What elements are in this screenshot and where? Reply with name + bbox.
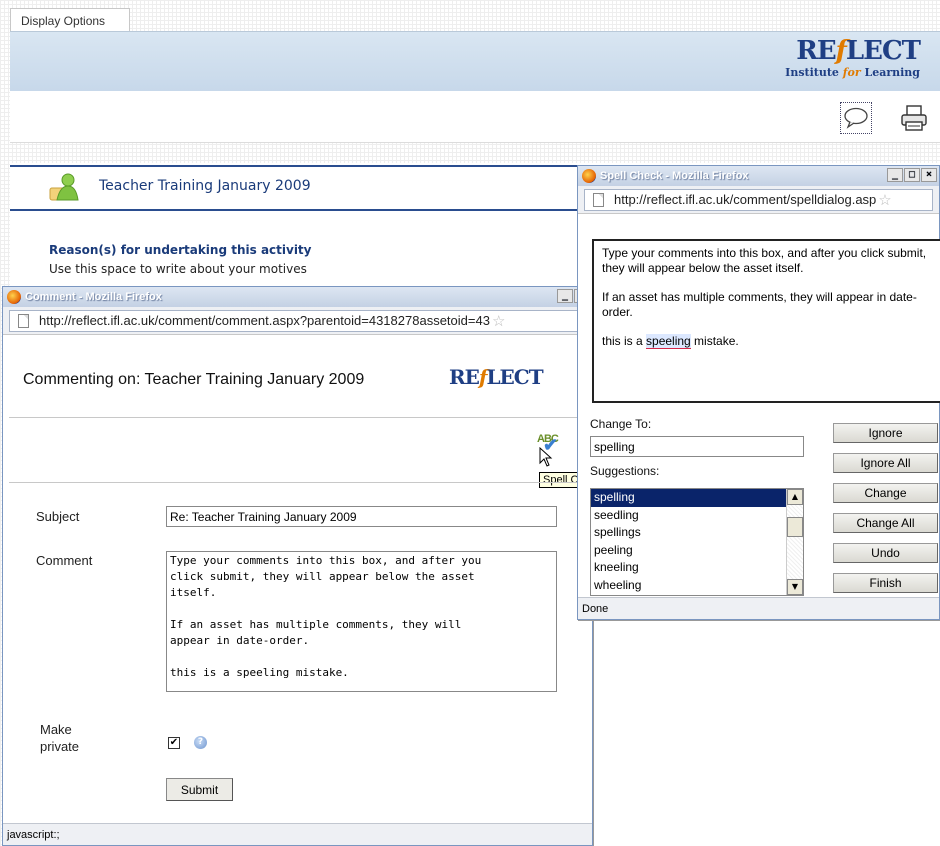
comment-url-bar: http://reflect.ifl.ac.uk/comment/comment… [3,307,592,335]
reflect-logo[interactable]: REfLECT Institute for Learning [785,36,921,79]
suggestion-item[interactable]: spelling [591,489,787,507]
spell-url-bar: http://reflect.ifl.ac.uk/comment/spelldi… [578,186,939,214]
spell-window-titlebar[interactable]: Spell Check - Mozilla Firefox _ □ × [578,166,939,186]
ignore-all-button[interactable]: Ignore All [833,453,938,473]
reason-heading: Reason(s) for undertaking this activity [49,243,312,257]
comment-window-title: Comment - Mozilla Firefox [25,291,162,303]
page-toolbar [10,91,940,143]
close-button[interactable]: × [921,168,937,182]
submit-button[interactable]: Submit [166,778,233,801]
help-icon[interactable]: ? [194,736,207,749]
bookmark-star-icon[interactable]: ☆ [492,312,505,330]
suggestions-label: Suggestions: [590,464,660,478]
tab-display-options[interactable]: Display Options [10,8,130,32]
comment-window: Comment - Mozilla Firefox _ □ http://ref… [2,286,606,846]
change-all-button[interactable]: Change All [833,513,938,533]
preview-paragraph: this is a speeling mistake. [602,334,739,349]
printer-icon [901,105,927,131]
spell-status-bar: Done [578,597,939,619]
spell-check-window: Spell Check - Mozilla Firefox _ □ × http… [577,165,940,620]
minimize-button[interactable]: _ [887,168,903,182]
suggestion-item[interactable]: wheeling [591,577,787,595]
firefox-icon [7,290,21,304]
maximize-button[interactable]: □ [904,168,920,182]
speech-bubble-icon [844,107,868,129]
comment-textarea[interactable]: Type your comments into this box, and af… [166,551,557,692]
comment-url-field[interactable]: http://reflect.ifl.ac.uk/comment/comment… [9,309,586,332]
spell-window-title: Spell Check - Mozilla Firefox [600,170,749,182]
preview-paragraph: Type your comments into this box, and af… [602,246,927,275]
change-to-label: Change To: [590,417,652,431]
bookmark-star-icon[interactable]: ☆ [878,191,891,209]
ignore-button[interactable]: Ignore [833,423,938,443]
suggestion-item[interactable]: seedling [591,507,787,525]
person-icon [48,172,82,208]
minimize-button[interactable]: _ [557,289,573,303]
firefox-icon [582,169,596,183]
spell-check-icon[interactable]: ABC ✔ [537,433,559,455]
spell-url-field[interactable]: http://reflect.ifl.ac.uk/comment/spelldi… [584,188,933,211]
reason-description: Use this space to write about your motiv… [49,262,307,276]
spell-url-text: http://reflect.ifl.ac.uk/comment/spelldi… [614,192,877,207]
comment-label: Comment [36,553,93,568]
comment-status-text: javascript:; [7,829,60,841]
comment-status-bar: javascript:; [3,823,592,845]
print-button[interactable] [898,102,930,134]
scroll-down-arrow-icon[interactable]: ▼ [787,579,803,595]
mouse-cursor-icon [539,446,553,471]
preview-paragraph: If an asset has multiple comments, they … [602,290,917,319]
spell-status-text: Done [582,603,609,615]
change-to-input[interactable] [590,436,804,457]
page-icon [593,192,604,207]
undo-button[interactable]: Undo [833,543,938,563]
page-icon [18,313,29,328]
subject-input[interactable] [166,506,557,527]
comment-button[interactable] [840,102,872,134]
divider [9,417,579,418]
divider [9,482,579,483]
misspelled-word: speeling [646,334,691,349]
reflect-logo-small: REfLECT [449,365,544,389]
suggestion-item[interactable]: spellings [591,524,787,542]
scroll-thumb[interactable] [787,517,803,537]
page-header: REfLECT Institute for Learning [10,31,940,91]
make-private-checkbox[interactable]: ✔ [168,737,180,749]
comment-url-text: http://reflect.ifl.ac.uk/comment/comment… [39,313,490,328]
activity-title[interactable]: Teacher Training January 2009 [99,178,311,194]
suggestion-item[interactable]: peeling [591,542,787,560]
finish-button[interactable]: Finish [833,573,938,593]
suggestions-scrollbar[interactable]: ▲ ▼ [786,489,803,595]
commenting-on-heading: Commenting on: Teacher Training January … [23,371,365,388]
make-private-label: Make private [40,722,80,754]
spell-preview-box: Type your comments into this box, and af… [592,239,940,403]
subject-label: Subject [36,509,80,524]
scroll-up-arrow-icon[interactable]: ▲ [787,489,803,505]
suggestions-list[interactable]: spelling seedling spellings peeling knee… [590,488,804,596]
comment-window-titlebar[interactable]: Comment - Mozilla Firefox _ □ [3,287,592,307]
suggestion-item[interactable]: kneeling [591,559,787,577]
change-button[interactable]: Change [833,483,938,503]
